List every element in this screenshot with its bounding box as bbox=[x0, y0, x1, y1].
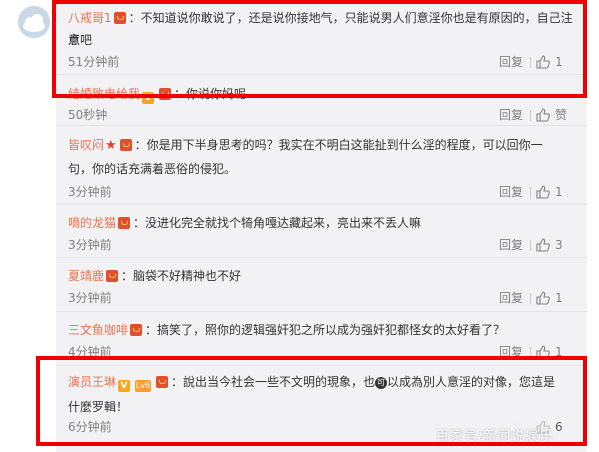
comment-text: ：脑袋不好精神也不好 bbox=[121, 269, 242, 283]
divider bbox=[530, 187, 531, 198]
comment-item: 嘀的龙猫 ：没进化完全就找个犄角嘎达藏起来，亮出来不丢人嘛 3分钟前 回复 3 bbox=[56, 204, 587, 258]
comment-body: 嘀的龙猫 ：没进化完全就找个犄角嘎达藏起来，亮出来不丢人嘛 bbox=[68, 212, 573, 234]
comment-time: 50秒钟 bbox=[68, 108, 108, 122]
divider bbox=[530, 240, 531, 251]
reply-button[interactable]: 回复 bbox=[499, 288, 523, 308]
comment-meta: 3分钟前 回复 1 bbox=[68, 288, 573, 308]
divider bbox=[530, 110, 531, 121]
avatar-cloud-icon bbox=[18, 6, 50, 38]
comment-time: 3分钟前 bbox=[68, 291, 112, 305]
like-count: 1 bbox=[555, 291, 563, 305]
member-badge-icon bbox=[106, 270, 119, 282]
member-badge-icon bbox=[119, 139, 132, 151]
comment-item: 皆叹闷★ ：你是用下半身思考的吗？我实在不明白这能扯到什么淫的程度，可以回你一 句… bbox=[56, 125, 587, 205]
thumbs-up-icon bbox=[536, 185, 550, 199]
comment-text: ：没进化完全就找个犄角嘎达藏起来，亮出来不丢人嘛 bbox=[133, 216, 422, 230]
like-count: 1 bbox=[555, 185, 563, 199]
thumbs-up-icon bbox=[536, 108, 550, 122]
like-count: 赞 bbox=[555, 108, 568, 122]
comment-meta: 50秒钟 回复 赞 bbox=[68, 105, 573, 125]
member-badge-icon bbox=[130, 324, 143, 336]
comment-meta: 3分钟前 回复 1 bbox=[68, 182, 573, 202]
highlight-box-top bbox=[52, 0, 587, 98]
reply-button[interactable]: 回复 bbox=[499, 182, 523, 202]
like-button[interactable]: 1 bbox=[535, 288, 573, 308]
like-button[interactable]: 3 bbox=[535, 235, 573, 255]
comment-time: 3分钟前 bbox=[68, 185, 112, 199]
comment-username[interactable]: 皆叹闷 bbox=[68, 138, 104, 152]
comment-text: ：你是用下半身思考的吗？我实在不明白这能扯到什么淫的程度，可以回你一 bbox=[134, 138, 543, 152]
reply-button[interactable]: 回复 bbox=[499, 105, 523, 125]
comment-body: 皆叹闷★ ：你是用下半身思考的吗？我实在不明白这能扯到什么淫的程度，可以回你一 bbox=[68, 134, 573, 157]
comment-text: ：搞笑了，照你的逻辑强奸犯之所以成为强奸犯都怪女的太好看了？ bbox=[145, 323, 506, 337]
like-count: 3 bbox=[555, 238, 563, 252]
comment-username[interactable]: 三文鱼咖啡 bbox=[68, 323, 128, 337]
comment-username[interactable]: 夏靖鹿 bbox=[68, 269, 104, 283]
thumbs-up-icon bbox=[536, 291, 550, 305]
comment-item: 夏靖鹿 ：脑袋不好精神也不好 3分钟前 回复 1 bbox=[56, 257, 587, 312]
divider bbox=[530, 293, 531, 304]
comment-text: 句，你的话充满着恶俗的侵犯。 bbox=[68, 162, 237, 176]
watermark: 百家号/新闻说娱乐 bbox=[436, 429, 554, 444]
member-badge-icon bbox=[118, 217, 131, 229]
comment-username[interactable]: 嘀的龙猫 bbox=[68, 216, 116, 230]
star-icon: ★ bbox=[105, 138, 117, 153]
comment-body-continued: 句，你的话充满着恶俗的侵犯。 bbox=[68, 158, 573, 180]
like-button[interactable]: 赞 bbox=[535, 105, 573, 125]
comment-meta: 3分钟前 回复 3 bbox=[68, 235, 573, 255]
thumbs-up-icon bbox=[536, 238, 550, 252]
comment-time: 3分钟前 bbox=[68, 238, 112, 252]
like-button[interactable]: 1 bbox=[535, 182, 573, 202]
comment-body: 三文鱼咖啡 ：搞笑了，照你的逻辑强奸犯之所以成为强奸犯都怪女的太好看了？ bbox=[68, 319, 573, 341]
avatar[interactable] bbox=[18, 6, 50, 38]
reply-button[interactable]: 回复 bbox=[499, 235, 523, 255]
comment-body: 夏靖鹿 ：脑袋不好精神也不好 bbox=[68, 265, 573, 287]
